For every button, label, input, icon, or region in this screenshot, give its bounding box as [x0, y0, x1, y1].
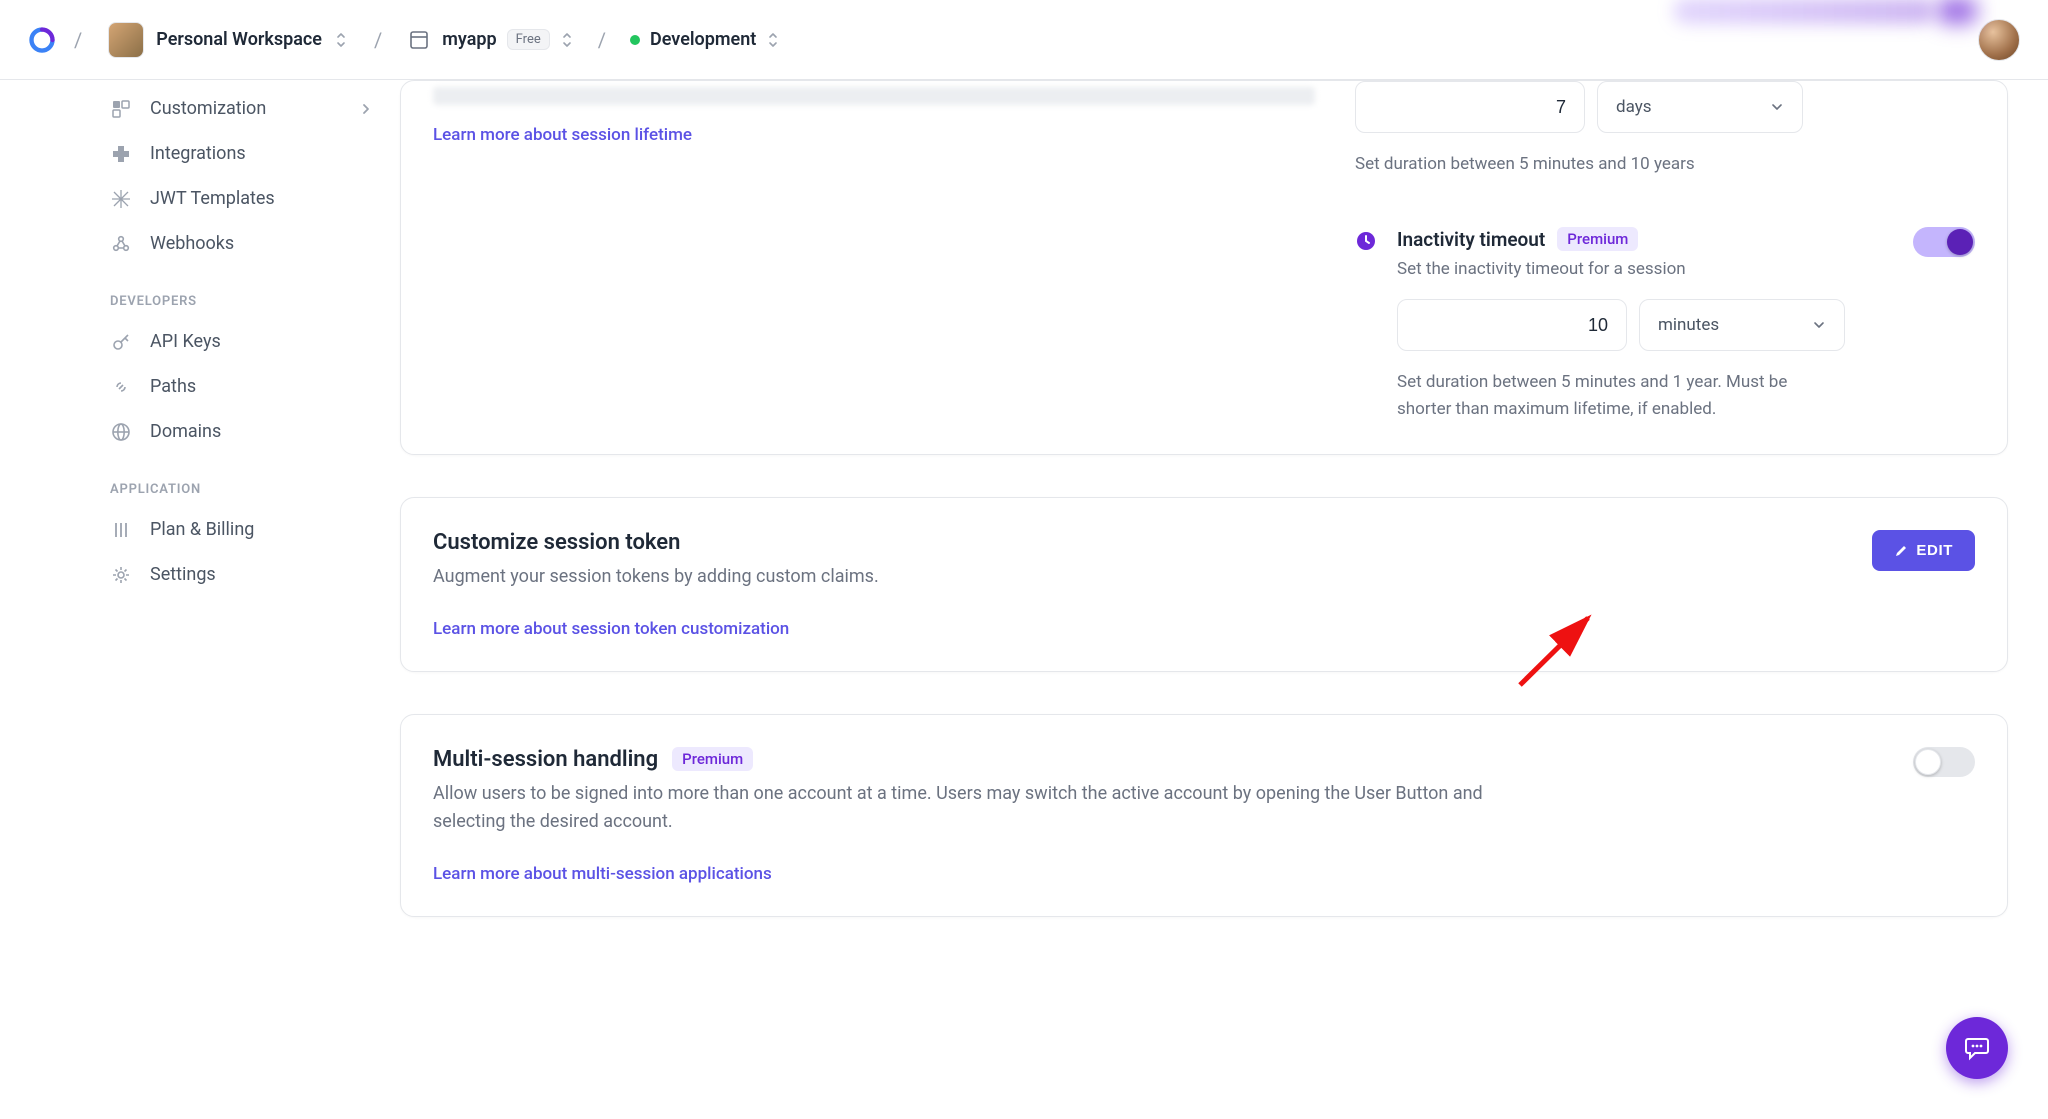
- pencil-icon: [1894, 544, 1908, 558]
- clock-icon: [1355, 230, 1377, 252]
- sidebar-item-api-keys[interactable]: API Keys: [0, 319, 400, 364]
- globe-icon: [110, 421, 132, 443]
- sidebar-nav: Customization Integrations JWT Templates…: [0, 80, 400, 1119]
- sidebar-item-customization[interactable]: Customization: [0, 86, 400, 131]
- sidebar-item-label: Integrations: [150, 143, 246, 164]
- premium-badge: Premium: [1557, 227, 1638, 251]
- environment-switcher[interactable]: Development: [624, 25, 786, 54]
- sidebar-item-label: API Keys: [150, 331, 221, 352]
- app-switcher[interactable]: myapp Free: [400, 23, 579, 57]
- integrations-icon: [110, 143, 132, 165]
- customize-token-title: Customize session token: [433, 530, 1848, 555]
- link-icon: [110, 376, 132, 398]
- inactivity-timeout-input[interactable]: [1397, 299, 1627, 351]
- max-lifetime-unit-select[interactable]: days: [1597, 81, 1803, 133]
- sidebar-group-developers: Developers: [0, 266, 400, 319]
- sidebar-item-label: Plan & Billing: [150, 519, 254, 540]
- obscured-header-area: [1936, 0, 1978, 24]
- workspace-switcher[interactable]: Personal Workspace: [100, 18, 356, 62]
- product-logo[interactable]: [28, 26, 56, 54]
- customize-token-desc: Augment your session tokens by adding cu…: [433, 563, 1848, 591]
- inactivity-unit-label: minutes: [1658, 315, 1719, 335]
- sidebar-item-domains[interactable]: Domains: [0, 409, 400, 454]
- sidebar-item-label: Domains: [150, 421, 221, 442]
- inactivity-timeout-helper: Set duration between 5 minutes and 1 yea…: [1397, 369, 1837, 422]
- premium-badge: Premium: [672, 747, 753, 771]
- breadcrumb-separator: /: [372, 28, 384, 52]
- user-avatar[interactable]: [1978, 19, 2020, 61]
- multi-session-title: Multi-session handling: [433, 747, 658, 772]
- max-lifetime-input-row: days: [1355, 81, 1975, 133]
- max-lifetime-helper: Set duration between 5 minutes and 10 ye…: [1355, 151, 1975, 177]
- sidebar-item-plan-billing[interactable]: Plan & Billing: [0, 507, 400, 552]
- sidebar-item-webhooks[interactable]: Webhooks: [0, 221, 400, 266]
- gear-icon: [110, 564, 132, 586]
- max-lifetime-input[interactable]: [1355, 81, 1585, 133]
- multi-session-handling-card: Multi-session handling Premium Allow use…: [400, 714, 2008, 917]
- toggle-knob: [1915, 749, 1941, 775]
- workspace-avatar: [108, 22, 144, 58]
- breadcrumb-separator: /: [596, 28, 608, 52]
- inactivity-timeout-title: Inactivity timeout: [1397, 228, 1545, 251]
- webhooks-icon: [110, 233, 132, 255]
- top-header: / Personal Workspace / myapp Free / Deve…: [0, 0, 2048, 80]
- sidebar-item-paths[interactable]: Paths: [0, 364, 400, 409]
- app-icon: [406, 27, 432, 53]
- chevron-right-icon: [360, 103, 372, 115]
- sidebar-item-label: Customization: [150, 98, 266, 119]
- sidebar-item-jwt-templates[interactable]: JWT Templates: [0, 176, 400, 221]
- chevron-down-icon: [1812, 318, 1826, 332]
- inactivity-input-row: minutes: [1397, 299, 1893, 351]
- multi-session-toggle[interactable]: [1913, 747, 1975, 777]
- obscured-header-area: [1673, 0, 1933, 24]
- inactivity-timeout-section: Inactivity timeout Premium Set the inact…: [1355, 227, 1975, 422]
- sidebar-item-label: JWT Templates: [150, 188, 275, 209]
- max-lifetime-unit-label: days: [1616, 97, 1652, 117]
- main-content: Learn more about session lifetime days S…: [400, 80, 2048, 1119]
- inactivity-timeout-unit-select[interactable]: minutes: [1639, 299, 1845, 351]
- breadcrumb-separator: /: [72, 28, 84, 52]
- customization-icon: [110, 98, 132, 120]
- multi-session-desc: Allow users to be signed into more than …: [433, 780, 1523, 836]
- billing-icon: [110, 519, 132, 541]
- chevron-updown-icon: [560, 30, 574, 50]
- environment-status-dot: [630, 35, 640, 45]
- chevron-updown-icon: [766, 30, 780, 50]
- workspace-name: Personal Workspace: [156, 29, 322, 50]
- learn-more-multi-session-link[interactable]: Learn more about multi-session applicati…: [433, 864, 772, 884]
- sidebar-item-label: Paths: [150, 376, 196, 397]
- session-lifetime-card: Learn more about session lifetime days S…: [400, 80, 2008, 455]
- app-plan-badge: Free: [507, 29, 550, 50]
- sidebar-group-application: Application: [0, 454, 400, 507]
- obscured-text: [433, 87, 1315, 105]
- app-name: myapp: [442, 29, 496, 50]
- chevron-updown-icon: [334, 30, 348, 50]
- customize-session-token-card: Customize session token Augment your ses…: [400, 497, 2008, 672]
- sidebar-item-settings[interactable]: Settings: [0, 552, 400, 597]
- inactivity-timeout-desc: Set the inactivity timeout for a session: [1397, 259, 1893, 279]
- chat-icon: [1963, 1034, 1991, 1062]
- environment-name: Development: [650, 29, 756, 50]
- key-icon: [110, 331, 132, 353]
- jwt-icon: [110, 188, 132, 210]
- chevron-down-icon: [1770, 100, 1784, 114]
- learn-more-session-lifetime-link[interactable]: Learn more about session lifetime: [433, 125, 692, 145]
- sidebar-item-integrations[interactable]: Integrations: [0, 131, 400, 176]
- edit-button-label: EDIT: [1916, 542, 1953, 559]
- inactivity-timeout-toggle[interactable]: [1913, 227, 1975, 257]
- chat-support-button[interactable]: [1946, 1017, 2008, 1079]
- toggle-knob: [1947, 229, 1973, 255]
- edit-session-token-button[interactable]: EDIT: [1872, 530, 1975, 571]
- learn-more-token-customization-link[interactable]: Learn more about session token customiza…: [433, 619, 789, 639]
- sidebar-item-label: Webhooks: [150, 233, 234, 254]
- sidebar-item-label: Settings: [150, 564, 216, 585]
